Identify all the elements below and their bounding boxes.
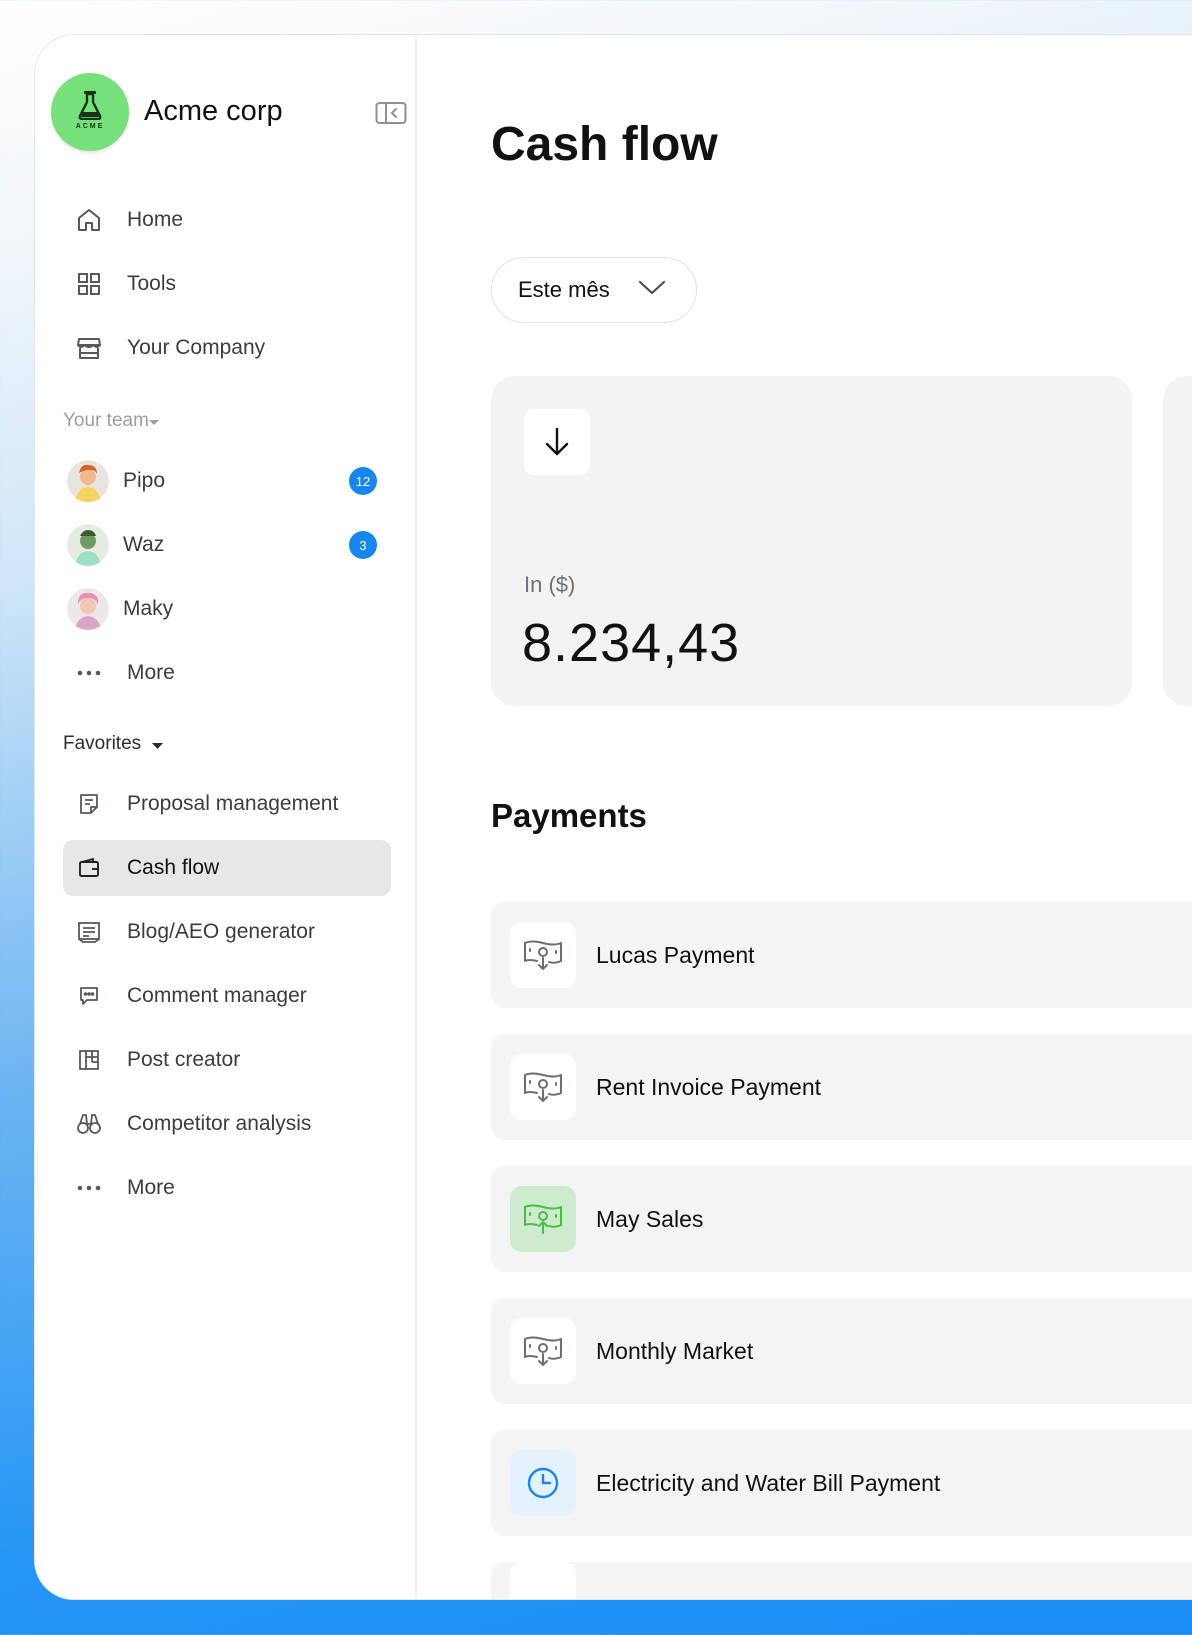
team-member-maky[interactable]: Maky: [63, 581, 391, 637]
store-icon: [75, 334, 103, 362]
fav-item-label: Competitor analysis: [127, 1112, 312, 1135]
more-dots-icon: [75, 659, 103, 687]
nav-home-label: Home: [127, 208, 184, 231]
money-in-icon: [510, 1054, 576, 1120]
payment-row[interactable]: Lucas Payment: [491, 902, 1192, 1008]
nav-your-company-label: Your Company: [127, 336, 266, 359]
payment-icon-partial: [510, 1562, 576, 1599]
comment-icon: [75, 982, 103, 1010]
kpi-label: In ($): [524, 572, 576, 597]
more-dots-icon: [75, 1174, 103, 1202]
logo-text: ACME: [75, 123, 105, 130]
sidebar-toggle-icon: [375, 102, 407, 124]
payment-row[interactable]: May Sales: [491, 1166, 1192, 1272]
fav-item-label: Comment manager: [127, 984, 307, 1007]
team-section-toggle[interactable]: Your team: [63, 409, 160, 433]
payment-name: Lucas Payment: [596, 941, 755, 968]
fav-item-label: Cash flow: [127, 856, 220, 879]
period-selected-value: Este mês: [518, 277, 610, 302]
favorites-more[interactable]: More: [63, 1160, 391, 1216]
notification-badge: 12: [349, 467, 377, 495]
period-dropdown[interactable]: Este mês: [491, 257, 697, 323]
layout-icon: [75, 1046, 103, 1074]
fav-competitor-analysis[interactable]: Competitor analysis: [63, 1096, 391, 1152]
money-in-icon: [510, 922, 576, 988]
flask-icon: [78, 91, 102, 120]
kpi-card-in: In ($) 8.234,43: [491, 376, 1132, 706]
fav-cash-flow[interactable]: Cash flow: [63, 840, 391, 896]
notification-badge: 3: [349, 531, 377, 559]
team-more-label: More: [127, 661, 175, 684]
kpi-value: 8.234,43: [522, 613, 741, 673]
team-member-name: Pipo: [123, 469, 166, 492]
payment-name: Electricity and Water Bill Payment: [596, 1469, 941, 1496]
sidebar: ACME Acme corp Home Tools Your Company Y…: [35, 35, 417, 1599]
grid-icon: [75, 270, 103, 298]
fav-item-label: Proposal management: [127, 792, 339, 815]
avatar-pipo: [67, 460, 109, 502]
payment-row[interactable]: Monthly Market: [491, 1298, 1192, 1404]
kpi-card-partial: [1163, 376, 1192, 706]
favorites-section-toggle[interactable]: Favorites: [63, 732, 164, 756]
money-out-icon: [510, 1186, 576, 1252]
money-in-icon: [510, 1318, 576, 1384]
document-icon: [75, 790, 103, 818]
page-title: Cash flow: [491, 118, 718, 171]
workspace-header: ACME Acme corp: [51, 73, 407, 153]
payment-name: Monthly Market: [596, 1337, 754, 1364]
main-content: Cash flow Este mês In ($) 8.234,43 Payme…: [417, 35, 1192, 1599]
team-member-waz[interactable]: Waz 3: [63, 517, 391, 573]
team-more[interactable]: More: [63, 645, 391, 701]
payment-row[interactable]: Electricity and Water Bill Payment: [491, 1430, 1192, 1536]
fav-post-creator[interactable]: Post creator: [63, 1032, 391, 1088]
favorites-section-label: Favorites: [63, 733, 142, 754]
workspace-name: Acme corp: [144, 95, 283, 127]
fav-item-label: Blog/AEO generator: [127, 920, 315, 943]
team-member-name: Waz: [123, 533, 165, 556]
avatar-waz: [67, 524, 109, 566]
nav-your-company[interactable]: Your Company: [63, 320, 391, 376]
caret-down-icon: [148, 411, 160, 433]
payment-name: Rent Invoice Payment: [596, 1073, 822, 1100]
avatar-maky: [67, 588, 109, 630]
nav-tools[interactable]: Tools: [63, 256, 391, 312]
collapse-sidebar-button[interactable]: [375, 101, 407, 125]
nav-home[interactable]: Home: [63, 192, 391, 248]
payment-row[interactable]: Rent Invoice Payment: [491, 1034, 1192, 1140]
fav-comment-manager[interactable]: Comment manager: [63, 968, 391, 1024]
chevron-down-icon: [638, 280, 666, 295]
payment-row-partial[interactable]: [491, 1562, 1192, 1599]
arrow-down-icon: [524, 409, 590, 475]
team-section-label: Your team: [63, 410, 149, 431]
team-member-pipo[interactable]: Pipo 12: [63, 453, 391, 509]
home-icon: [75, 206, 103, 234]
caret-down-icon: [151, 734, 164, 756]
payment-name: May Sales: [596, 1205, 704, 1232]
fav-item-label: Post creator: [127, 1048, 241, 1071]
nav-tools-label: Tools: [127, 272, 177, 295]
payments-title: Payments: [491, 797, 647, 834]
fav-blog-aeo-generator[interactable]: Blog/AEO generator: [63, 904, 391, 960]
clock-icon: [510, 1450, 576, 1516]
wallet-icon: [75, 854, 103, 882]
article-icon: [75, 918, 103, 946]
fav-proposal-management[interactable]: Proposal management: [63, 776, 391, 832]
favorites-more-label: More: [127, 1176, 175, 1199]
app-window: ACME Acme corp Home Tools Your Company Y…: [34, 34, 1192, 1600]
binoculars-icon: [75, 1110, 103, 1138]
acme-logo[interactable]: ACME: [51, 73, 129, 151]
team-member-name: Maky: [123, 597, 174, 620]
